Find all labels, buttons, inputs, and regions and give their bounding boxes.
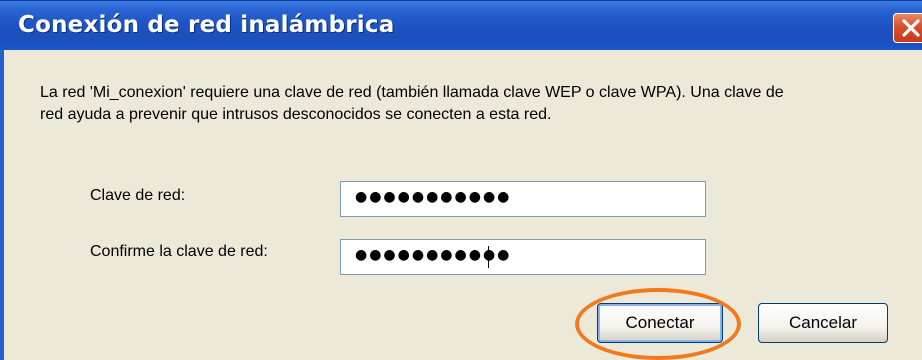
confirm-key-label: Confirme la clave de red: (90, 243, 268, 260)
dialog-title: Conexión de red inalámbrica (18, 12, 395, 38)
message-line: La red 'Mi_conexion' requiere una clave … (40, 84, 784, 101)
window-frame (0, 50, 4, 360)
wireless-connection-dialog: Conexión de red inalámbrica La red 'Mi_c… (0, 0, 922, 360)
title-bar[interactable]: Conexión de red inalámbrica (0, 0, 922, 51)
network-key-value: ●●●●●●●●●●● (355, 189, 512, 205)
text-caret (488, 246, 489, 268)
highlight-annotation (575, 288, 741, 360)
close-button[interactable] (893, 13, 922, 43)
close-icon (902, 19, 920, 37)
confirm-key-field[interactable]: ●●●●●●●●●●● (340, 239, 706, 275)
dialog-message: La red 'Mi_conexion' requiere una clave … (40, 82, 915, 126)
message-line: red ayuda a prevenir que intrusos descon… (40, 106, 552, 123)
cancel-button[interactable]: Cancelar (758, 303, 888, 343)
network-key-label: Clave de red: (90, 187, 186, 204)
network-key-field[interactable]: ●●●●●●●●●●● (340, 181, 706, 217)
